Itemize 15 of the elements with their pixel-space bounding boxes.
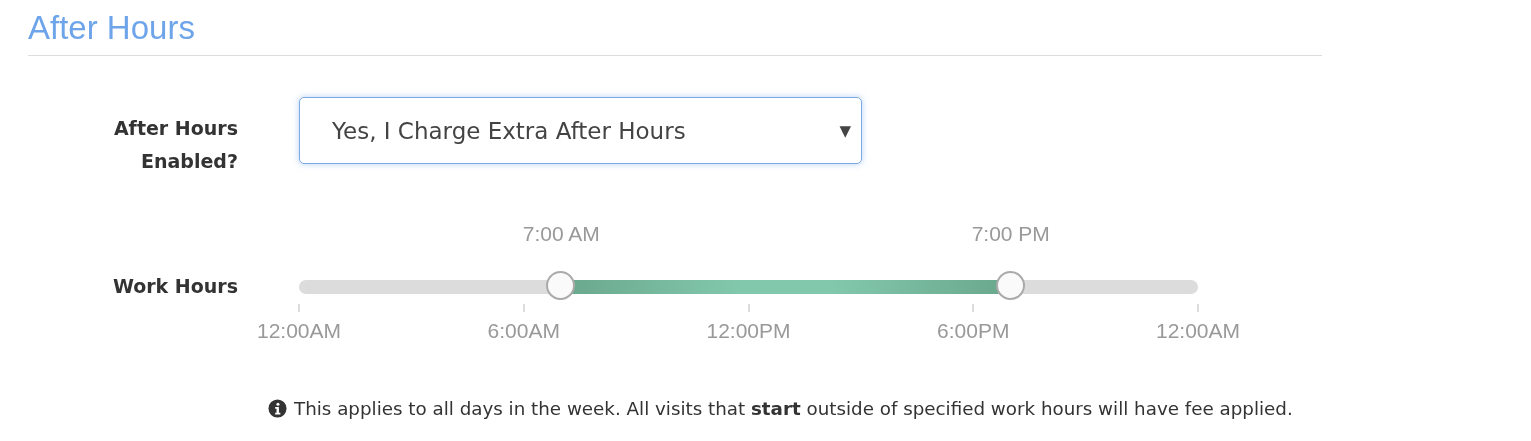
section-title: After Hours <box>28 0 1322 56</box>
tick-label: 6:00PM <box>937 319 1010 343</box>
handle-value: 7:00 AM <box>522 222 600 246</box>
slider-handle[interactable] <box>546 271 576 300</box>
tick-label: 12:00PM <box>706 319 791 343</box>
tick-label: 6:00AM <box>487 319 560 343</box>
handle-value: 7:00 PM <box>971 222 1050 246</box>
tick-label: 12:00AM <box>256 319 342 343</box>
note-text: This applies to all days in the week. All visits that start outside of specified work hours will have fee applied. <box>294 398 1293 419</box>
field-label: Work Hours <box>111 274 238 299</box>
slider-handle[interactable] <box>995 271 1025 300</box>
info-icon <box>268 399 287 418</box>
tick-label: 12:00AM <box>1155 319 1241 343</box>
after-hours-dropdown[interactable]: Yes, I Charge Extra After Hours ▼ <box>299 97 862 164</box>
field-label: After Hours Enabled? <box>112 116 238 174</box>
